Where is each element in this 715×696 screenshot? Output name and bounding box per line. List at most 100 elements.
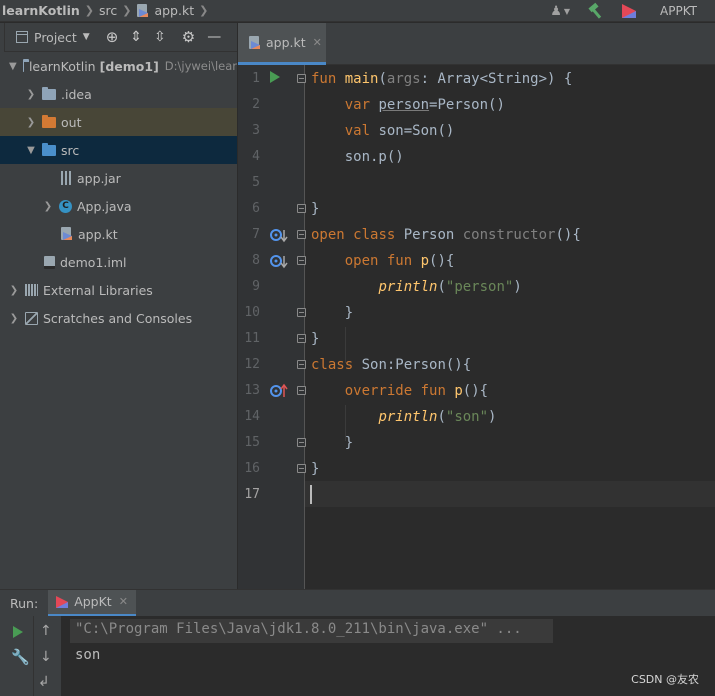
tree-item-out[interactable]: ❯ out: [0, 108, 237, 136]
code-line[interactable]: open fun p(){: [311, 248, 455, 274]
gear-icon[interactable]: ⚙: [182, 28, 195, 46]
chevron-right-icon: ❯: [199, 4, 209, 17]
breadcrumb-file[interactable]: app.kt: [136, 0, 194, 22]
tree-item-label: out: [61, 114, 82, 130]
chevron-right-icon[interactable]: ❯: [9, 313, 19, 324]
run-console[interactable]: "C:\Program Files\Java\jdk1.8.0_211\bin\…: [61, 616, 715, 696]
line-number: 9: [252, 279, 260, 294]
tab-label: app.kt: [266, 35, 306, 50]
code-line[interactable]: var person=Person(): [311, 92, 505, 118]
fold-marker[interactable]: [297, 204, 306, 213]
source-folder-icon: [42, 142, 56, 156]
java-class-icon: C: [59, 199, 72, 213]
fold-marker[interactable]: [297, 360, 306, 369]
tree-item-app-jar[interactable]: app.jar: [0, 164, 237, 192]
code-line[interactable]: class Son:Person(){: [311, 352, 471, 378]
close-icon[interactable]: ✕: [313, 36, 322, 49]
project-tree: ▼ learnKotlin [demo1] D:\jywei\lear ❯ .i…: [0, 52, 237, 589]
tree-item-idea[interactable]: ❯ .idea: [0, 80, 237, 108]
line-number: 3: [252, 123, 260, 138]
fold-marker[interactable]: [297, 386, 306, 395]
tree-item-label: app.kt: [78, 226, 118, 242]
code-line[interactable]: }: [311, 196, 319, 222]
chevron-right-icon[interactable]: ❯: [9, 285, 19, 296]
run-toolbar: 🔧 ↑ ↓ ↲: [0, 616, 61, 696]
code-line[interactable]: }: [311, 430, 353, 456]
fold-marker[interactable]: [297, 464, 306, 473]
line-number: 17: [244, 487, 260, 502]
navigation-bar: learnKotlin ❯ src ❯ app.kt ❯ ♟ ▼ APPKT: [0, 0, 715, 22]
hammer-icon[interactable]: [588, 2, 604, 19]
tree-item-app-kt[interactable]: app.kt: [0, 220, 237, 248]
rerun-icon[interactable]: [13, 626, 23, 638]
kotlin-logo-icon: [622, 4, 637, 18]
breadcrumb-folder-label: src: [98, 3, 118, 18]
tab-app-kt[interactable]: app.kt ✕: [238, 23, 326, 65]
code-line[interactable]: fun main(args: Array<String>) {: [311, 66, 572, 92]
user-icon[interactable]: ♟ ▼: [550, 4, 570, 19]
line-number: 10: [244, 305, 260, 320]
run-toolbar-divider: [33, 616, 34, 696]
breadcrumb-project[interactable]: learnKotlin: [2, 0, 80, 22]
fold-marker[interactable]: [297, 438, 306, 447]
implemented-icon[interactable]: [270, 227, 288, 243]
tree-item-scratches[interactable]: ❯ Scratches and Consoles: [0, 304, 237, 332]
code-line[interactable]: }: [311, 456, 319, 482]
run-panel-label: Run:: [10, 595, 39, 611]
folder-icon: [42, 86, 56, 100]
code-line[interactable]: println("person"): [311, 274, 521, 300]
tree-item-label: learnKotlin: [28, 58, 96, 74]
arrow-down-icon[interactable]: ↓: [40, 649, 52, 665]
chevron-down-icon[interactable]: ▼: [9, 61, 17, 72]
fold-marker[interactable]: [297, 334, 306, 343]
overrides-icon[interactable]: [270, 383, 288, 399]
tree-item-external-libraries[interactable]: ❯ External Libraries: [0, 276, 237, 304]
tree-item-learnkotlin[interactable]: ▼ learnKotlin [demo1] D:\jywei\lear: [0, 52, 237, 80]
code-line[interactable]: open class Person constructor(){: [311, 222, 581, 248]
hide-panel-icon[interactable]: —: [207, 29, 221, 45]
run-config-selector[interactable]: APPKT: [660, 4, 697, 18]
expand-all-icon[interactable]: ⇕: [130, 29, 142, 45]
code-line[interactable]: val son=Son(): [311, 118, 455, 144]
run-icon[interactable]: [270, 71, 280, 83]
chevron-right-icon[interactable]: ❯: [43, 201, 53, 212]
tree-item-demo1-iml[interactable]: demo1.iml: [0, 248, 237, 276]
arrow-up-icon[interactable]: ↑: [40, 623, 52, 639]
breadcrumb-project-label: learnKotlin: [2, 3, 80, 18]
chevron-right-icon: ❯: [122, 4, 132, 17]
tree-item-app-java[interactable]: ❯ C App.java: [0, 192, 237, 220]
fold-marker[interactable]: [297, 256, 306, 265]
line-number: 12: [244, 357, 260, 372]
soft-wrap-icon[interactable]: ↲: [38, 674, 50, 690]
fold-marker[interactable]: [297, 74, 306, 83]
collapse-all-icon[interactable]: ⇳: [154, 29, 166, 45]
project-view-selector[interactable]: Project: [34, 30, 77, 45]
close-icon[interactable]: ✕: [119, 595, 128, 608]
fold-marker[interactable]: [297, 308, 306, 317]
tree-item-src[interactable]: ▼ src: [0, 136, 237, 164]
breadcrumb-file-label: app.kt: [154, 3, 195, 18]
kotlin-file-icon: [60, 227, 74, 241]
code-line[interactable]: son.p(): [311, 144, 404, 170]
tree-item-label: Scratches and Consoles: [43, 310, 193, 326]
wrench-icon[interactable]: 🔧: [11, 648, 30, 666]
chevron-down-icon[interactable]: ▼: [26, 145, 36, 156]
code-line[interactable]: println("son"): [311, 404, 496, 430]
tab-run-appkt[interactable]: AppKt ✕: [48, 589, 136, 617]
breadcrumb-folder[interactable]: src: [99, 0, 117, 22]
code-line[interactable]: }: [311, 326, 319, 352]
chevron-right-icon: ❯: [84, 4, 94, 17]
overridden-icon[interactable]: [270, 253, 288, 269]
line-number: 4: [252, 149, 260, 164]
code-line[interactable]: override fun p(){: [311, 378, 488, 404]
code-line[interactable]: }: [311, 300, 353, 326]
module-folder-icon: [22, 58, 31, 72]
locate-file-icon[interactable]: ⊕: [106, 28, 119, 46]
line-number: 2: [252, 97, 260, 112]
chevron-down-icon[interactable]: ▼: [83, 32, 90, 42]
fold-marker[interactable]: [297, 230, 306, 239]
chevron-right-icon[interactable]: ❯: [26, 89, 36, 100]
project-view-icon: [16, 31, 28, 43]
kotlin-logo-icon: [56, 595, 69, 608]
chevron-right-icon[interactable]: ❯: [26, 117, 36, 128]
